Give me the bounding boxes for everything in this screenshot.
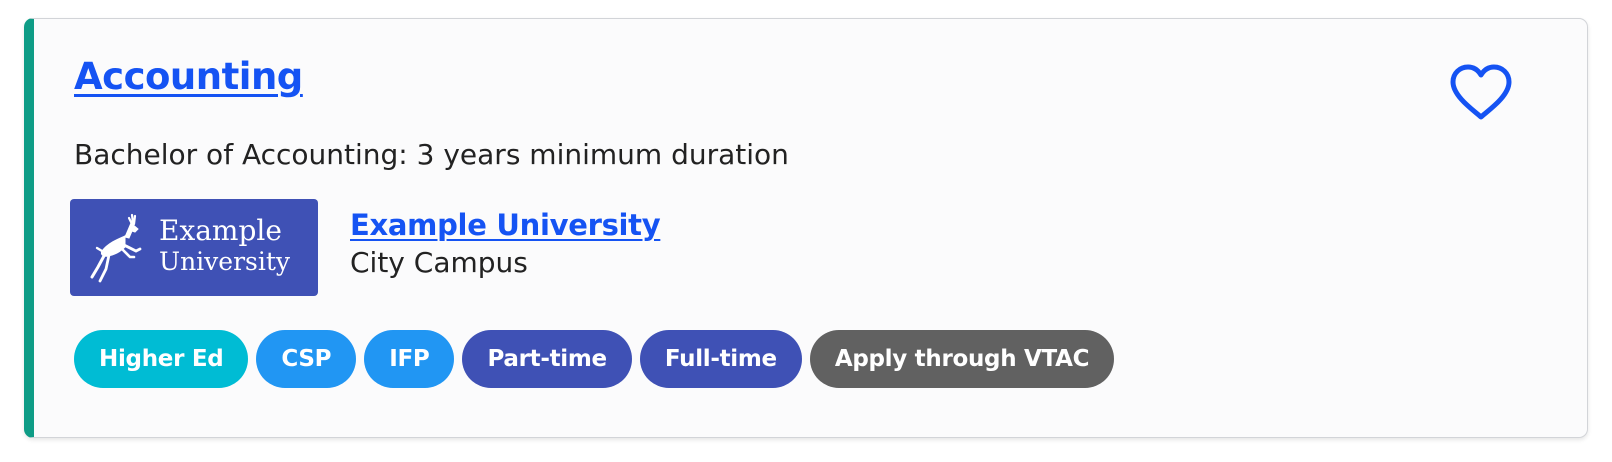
tag-list: Higher Ed CSP IFP Part-time Full-time Ap… bbox=[74, 330, 1115, 388]
logo-text-line2: University bbox=[159, 247, 291, 276]
logo-text-line1: Example bbox=[159, 214, 282, 247]
tag-higher-ed: Higher Ed bbox=[74, 330, 249, 388]
favourite-button[interactable] bbox=[1449, 64, 1513, 122]
university-logo: Example University bbox=[70, 199, 318, 296]
heart-outline-icon bbox=[1450, 64, 1512, 120]
tag-apply-through-vtac: Apply through VTAC bbox=[809, 330, 1115, 388]
course-title-link[interactable]: Accounting bbox=[74, 53, 303, 101]
tag-part-time: Part-time bbox=[462, 330, 632, 388]
tag-full-time: Full-time bbox=[639, 330, 802, 388]
course-description: Bachelor of Accounting: 3 years minimum … bbox=[74, 138, 789, 171]
tag-ifp: IFP bbox=[364, 330, 455, 388]
tag-csp: CSP bbox=[256, 330, 357, 388]
stag-icon bbox=[90, 213, 142, 283]
course-card: Accounting Bachelor of Accounting: 3 yea… bbox=[24, 18, 1588, 438]
campus-name: City Campus bbox=[350, 246, 528, 279]
university-name-link[interactable]: Example University bbox=[350, 207, 661, 243]
